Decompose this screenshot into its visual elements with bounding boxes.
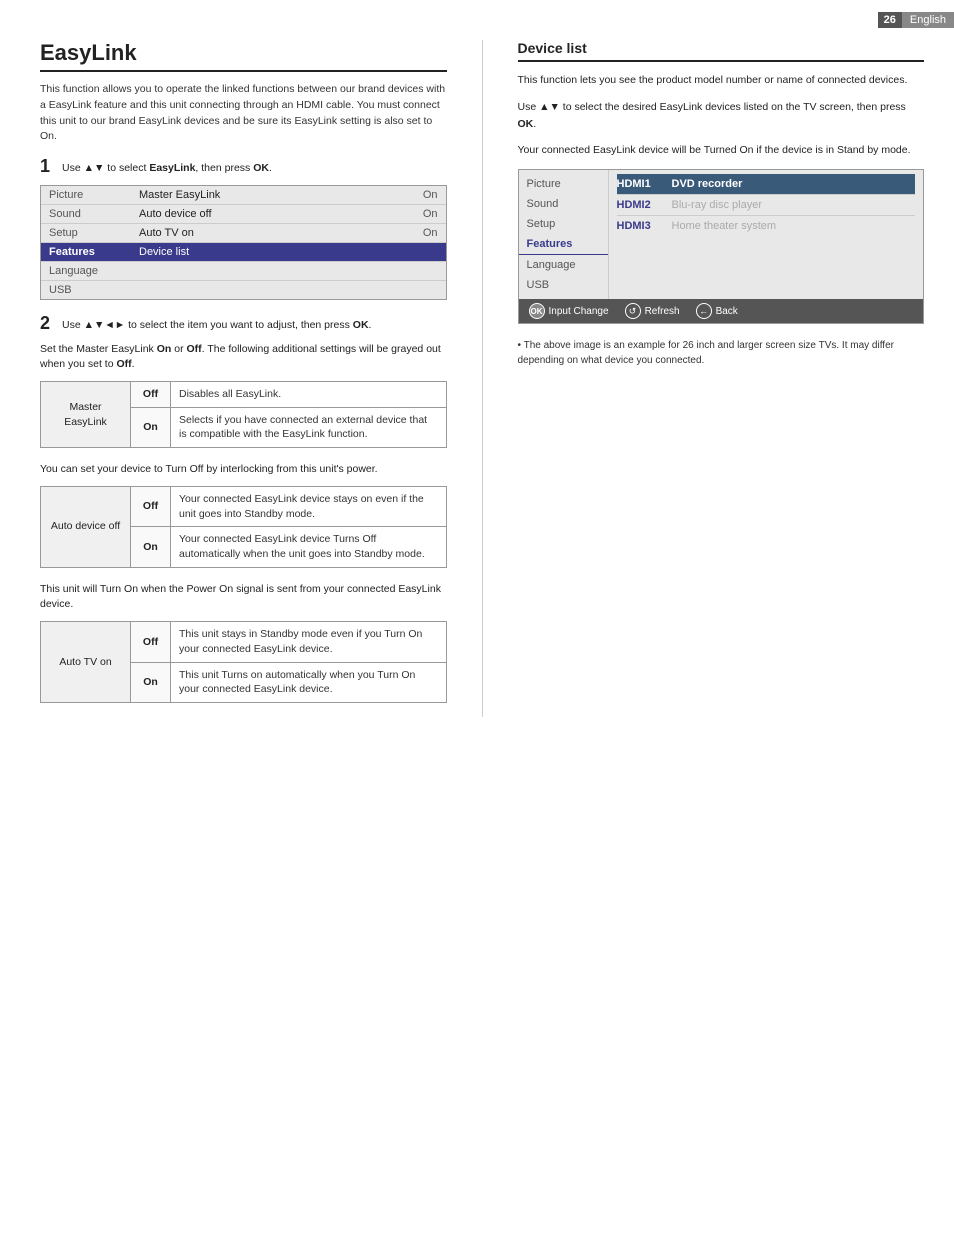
auto-tv-off-desc: This unit stays in Standby mode even if … — [171, 622, 447, 662]
hdmi1-label: HDMI1 — [617, 178, 672, 190]
refresh-icon: ↺ — [625, 303, 641, 319]
menu-row-usb: USB — [41, 281, 446, 299]
menu-val-master: On — [408, 189, 438, 201]
table-row: Auto device off Off Your connected EasyL… — [41, 486, 447, 526]
master-easylink-table: Master EasyLink Off Disables all EasyLin… — [40, 381, 447, 448]
sidebar-item-sound: Sound — [519, 194, 608, 214]
auto-device-on-option: On — [131, 527, 171, 567]
easylink-menu-box: Picture Master EasyLink On Sound Auto de… — [40, 185, 447, 300]
page-language: English — [902, 12, 954, 28]
menu-val-auto-device: On — [408, 208, 438, 220]
sidebar-item-features: Features — [519, 234, 608, 255]
intro-text: This function allows you to operate the … — [40, 82, 447, 145]
section-title: EasyLink — [40, 40, 447, 72]
hdmi2-device: Blu-ray disc player — [672, 199, 762, 211]
auto-device-on-desc: Your connected EasyLink device Turns Off… — [171, 527, 447, 567]
hdmi3-device: Home theater system — [672, 220, 777, 232]
step1: 1 Use ▲▼ to select EasyLink, then press … — [40, 157, 447, 177]
auto-device-desc: You can set your device to Turn Off by i… — [40, 462, 447, 478]
master-easylink-desc: Set the Master EasyLink On or Off. The f… — [40, 342, 447, 374]
device-intro-2: Use ▲▼ to select the desired EasyLink de… — [518, 99, 925, 133]
footer-refresh: ↺ Refresh — [625, 303, 680, 319]
page-corner: 26 English — [878, 12, 954, 28]
menu-val-auto-tv: On — [408, 227, 438, 239]
ok-icon: OK — [529, 303, 545, 319]
device-note: The above image is an example for 26 inc… — [518, 338, 925, 368]
sidebar-item-setup: Setup — [519, 214, 608, 234]
auto-device-table: Auto device off Off Your connected EasyL… — [40, 486, 447, 568]
auto-tv-on-option: On — [131, 662, 171, 702]
step2-text: Use ▲▼◄► to select the item you want to … — [62, 314, 371, 334]
back-icon: ← — [696, 303, 712, 319]
hdmi3-row: HDMI3 Home theater system — [617, 216, 916, 236]
auto-tv-label: Auto TV on — [41, 622, 131, 703]
auto-tv-on-desc: This unit Turns on automatically when yo… — [171, 662, 447, 702]
menu-cat-setup: Setup — [49, 227, 129, 239]
auto-device-off-option: Off — [131, 486, 171, 526]
menu-row-picture: Picture Master EasyLink On — [41, 186, 446, 205]
menu-row-setup: Setup Auto TV on On — [41, 224, 446, 243]
menu-cat-picture: Picture — [49, 189, 129, 201]
device-intro-1: This function lets you see the product m… — [518, 72, 925, 89]
menu-label-auto-device: Auto device off — [129, 208, 408, 220]
table-row: Auto TV on Off This unit stays in Standb… — [41, 622, 447, 662]
hdmi2-row: HDMI2 Blu-ray disc player — [617, 195, 916, 216]
auto-device-label: Auto device off — [41, 486, 131, 567]
step2-number: 2 — [40, 314, 56, 334]
master-off-desc: Disables all EasyLink. — [171, 382, 447, 408]
menu-cat-language: Language — [49, 265, 129, 277]
device-menu-footer: OK Input Change ↺ Refresh ← Back — [519, 299, 924, 323]
menu-label-device-list: Device list — [129, 246, 408, 258]
menu-row-language: Language — [41, 262, 446, 281]
master-off-option: Off — [131, 382, 171, 408]
menu-row-sound: Sound Auto device off On — [41, 205, 446, 224]
menu-label-master: Master EasyLink — [129, 189, 408, 201]
auto-tv-table: Auto TV on Off This unit stays in Standb… — [40, 621, 447, 703]
input-change-label: Input Change — [549, 306, 609, 317]
master-on-desc: Selects if you have connected an externa… — [171, 407, 447, 447]
step1-number: 1 — [40, 157, 56, 177]
step2: 2 Use ▲▼◄► to select the item you want t… — [40, 314, 447, 334]
device-menu-box: Picture Sound Setup Features Language US… — [518, 169, 925, 324]
auto-tv-off-option: Off — [131, 622, 171, 662]
master-easylink-label: Master EasyLink — [41, 382, 131, 448]
left-column: EasyLink This function allows you to ope… — [40, 40, 447, 717]
sidebar-item-language: Language — [519, 255, 608, 275]
auto-tv-desc: This unit will Turn On when the Power On… — [40, 582, 447, 614]
back-label: Back — [716, 306, 738, 317]
menu-row-features: Features Device list — [41, 243, 446, 262]
step1-text: Use ▲▼ to select EasyLink, then press OK… — [62, 157, 272, 177]
menu-cat-usb: USB — [49, 284, 129, 296]
device-menu-inner: Picture Sound Setup Features Language US… — [519, 170, 924, 299]
menu-label-auto-tv: Auto TV on — [129, 227, 408, 239]
menu-cat-features: Features — [49, 246, 129, 258]
footer-back: ← Back — [696, 303, 738, 319]
sidebar-item-picture: Picture — [519, 174, 608, 194]
device-intro-3: Your connected EasyLink device will be T… — [518, 142, 925, 159]
sidebar-item-usb: USB — [519, 275, 608, 295]
hdmi2-label: HDMI2 — [617, 199, 672, 211]
footer-input-change: OK Input Change — [529, 303, 609, 319]
hdmi1-row: HDMI1 DVD recorder — [617, 174, 916, 195]
auto-device-off-desc: Your connected EasyLink device stays on … — [171, 486, 447, 526]
device-list-title: Device list — [518, 40, 925, 62]
menu-cat-sound: Sound — [49, 208, 129, 220]
table-row: Master EasyLink Off Disables all EasyLin… — [41, 382, 447, 408]
hdmi3-label: HDMI3 — [617, 220, 672, 232]
page-number: 26 — [878, 12, 902, 28]
right-column: Device list This function lets you see t… — [518, 40, 925, 717]
device-menu-sidebar: Picture Sound Setup Features Language US… — [519, 170, 609, 299]
hdmi1-device: DVD recorder — [672, 178, 743, 190]
refresh-label: Refresh — [645, 306, 680, 317]
column-divider — [482, 40, 483, 717]
device-menu-content: HDMI1 DVD recorder HDMI2 Blu-ray disc pl… — [609, 170, 924, 299]
master-on-option: On — [131, 407, 171, 447]
